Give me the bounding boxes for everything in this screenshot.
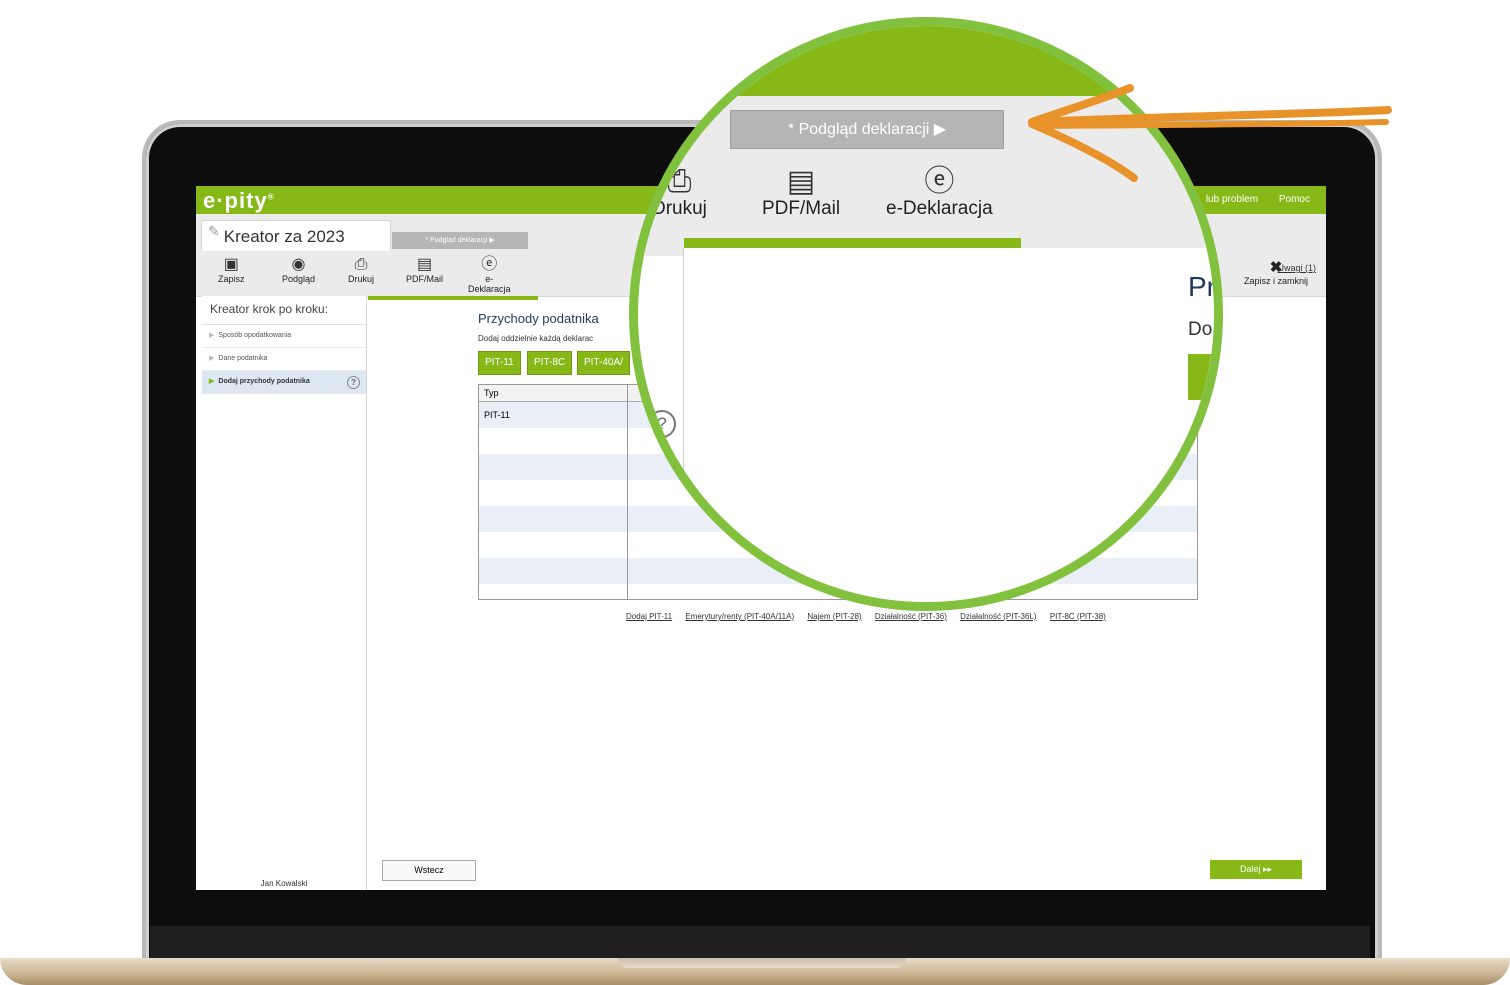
magnifier-preview-tab[interactable]: * Podgląd deklaracji ▶ [730,110,1004,149]
sidebar-header: Kreator krok po kroku: [202,296,366,325]
page-title: Przychody podatnika [478,311,599,326]
column-divider [627,385,628,599]
back-button[interactable]: Wstecz [382,860,476,881]
magnifier-pdf-mail-button[interactable]: ▤ PDF/Mail [762,166,840,220]
pit8c-button[interactable]: PIT-8C [527,351,573,375]
wand-icon: ✎ [208,223,220,239]
link-rent[interactable]: Najem (PIT-28) [807,612,861,621]
eye-icon: ◉ [291,256,306,273]
e-icon: ⓔ [481,256,498,273]
pdf-icon: ▤ [416,256,433,273]
save-icon: ▣ [223,256,239,273]
next-button[interactable]: Dalej ▸▸ [1210,860,1302,879]
save-button[interactable]: ▣ Zapisz [218,256,245,284]
magnifier-title-fragment: Pr [1188,271,1216,302]
sidebar-item-tax-method[interactable]: ▶ Sposób opodatkowania [202,325,366,348]
printer-icon: ⎙ [354,256,368,273]
magnifier-print-button[interactable]: ⎙ Drukuj [652,166,707,220]
magnifier-subtitle-fragment: Do [1188,319,1213,340]
magnifier-content [683,248,1214,602]
pit40a-button[interactable]: PIT-40A/ [577,351,630,375]
link-business-36[interactable]: Działalność (PIT-36) [875,612,947,621]
triangle-icon: ▶ [209,332,215,339]
magnifier-progress-bar [684,238,1021,248]
close-icon: ✖ [1269,259,1283,276]
pit11-button[interactable]: PIT-11 [478,351,521,375]
sidebar: Kreator krok po kroku: ▶ Sposób opodatkow… [202,296,367,890]
wizard-tab[interactable]: ✎ Kreator za 2023 [201,220,391,251]
link-pensions[interactable]: Emerytury/renty (PIT-40A/11A) [685,612,794,621]
help-icon[interactable]: ? [648,410,676,438]
page-subtitle: Dodaj oddzielnie każdą deklarac [478,334,594,343]
pdf-mail-button[interactable]: ▤ PDF/Mail [406,256,443,284]
sidebar-item-taxpayer[interactable]: ▶ Dane podatnika [202,348,366,371]
triangle-icon: ▶ [209,378,215,385]
magnifier-e-deklaracja-button[interactable]: ⓔ e-Deklaracja [886,166,993,220]
bottom-links: Dodaj PIT-11 Emerytury/renty (PIT-40A/11… [626,612,1117,621]
preview-tab[interactable]: * Podgląd deklaracji ▶ [392,232,528,249]
sidebar-item-income[interactable]: ▶ Dodaj przychody podatnika? [202,371,366,394]
printer-icon: ⎙ [667,165,692,198]
column-type: Typ [484,388,499,398]
save-close-button[interactable]: ✖ Zapisz i zamknij [1244,258,1308,286]
logo: e·pity® [203,188,275,213]
help-icon[interactable]: ? [347,376,360,389]
link-add-pit11[interactable]: Dodaj PIT-11 [626,612,672,621]
user-name: Jan Kowalski [260,879,308,888]
link-business-36l[interactable]: Działalność (PIT-36L) [960,612,1036,621]
print-button[interactable]: ⎙ Drukuj [348,256,374,284]
e-deklaracja-button[interactable]: ⓔ e-Deklaracja [468,256,511,294]
e-icon: ⓔ [924,165,955,198]
preview-button[interactable]: ◉ Podgląd [282,256,315,284]
laptop-notch [618,958,906,968]
link-pit8c[interactable]: PIT-8C (PIT-38) [1050,612,1106,621]
laptop-lid-bezel [150,926,1370,958]
arrow-icon [1028,84,1392,182]
top-link-help[interactable]: Pomoc [1279,194,1310,205]
progress-bar [368,296,538,300]
pdf-icon: ▤ [786,165,816,198]
triangle-icon: ▶ [209,355,215,362]
